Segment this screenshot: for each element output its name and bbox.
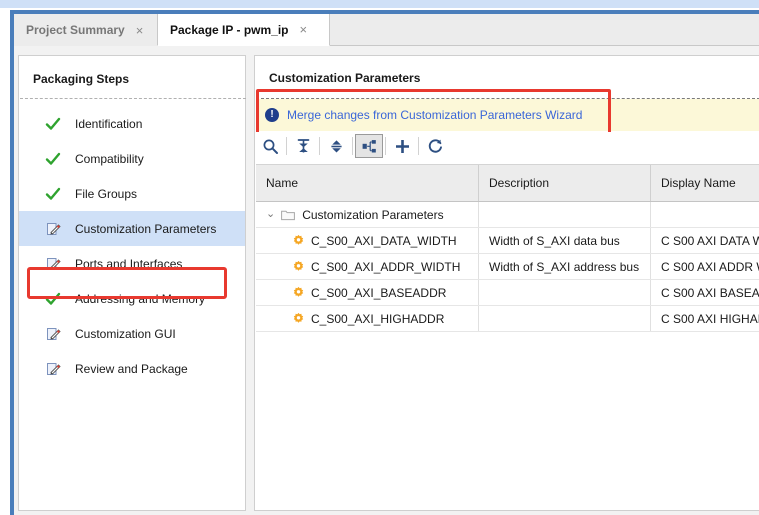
pencil-page-icon — [45, 361, 61, 377]
sidebar-item-label: Ports and Interfaces — [75, 256, 183, 271]
tree-hierarchy-icon[interactable] — [355, 134, 383, 158]
table-group-row[interactable]: ⌄ Customization Parameters — [256, 202, 759, 228]
expand-all-icon[interactable] — [322, 134, 350, 158]
pencil-page-icon — [45, 256, 61, 272]
check-icon — [45, 151, 61, 167]
sidebar-item-file-groups[interactable]: File Groups — [19, 176, 245, 211]
gear-icon — [292, 286, 305, 299]
folder-icon — [281, 209, 296, 221]
parameter-display-name-cell: C S00 AXI ADDR WIDTH — [661, 259, 759, 274]
column-header-name[interactable]: Name — [256, 165, 479, 201]
gear-icon — [292, 260, 305, 273]
gear-icon — [292, 312, 305, 325]
parameter-name-cell: C_S00_AXI_BASEADDR — [256, 280, 479, 305]
sidebar-item-label: Addressing and Memory — [75, 291, 206, 306]
work-area: Packaging Steps Identification Compatibi… — [14, 46, 759, 515]
tab-bar: Project Summary × Package IP - pwm_ip × — [14, 14, 759, 46]
packaging-steps-list: Identification Compatibility File Groups — [19, 106, 245, 386]
sidebar-item-compatibility[interactable]: Compatibility — [19, 141, 245, 176]
sidebar-item-label: Customization Parameters — [75, 221, 217, 236]
toolbar-divider — [319, 137, 320, 155]
sidebar-item-label: File Groups — [75, 186, 138, 201]
parameter-name-cell: C_S00_AXI_DATA_WIDTH — [256, 228, 479, 253]
group-display-name-cell — [651, 202, 759, 227]
parameter-description-cell — [479, 280, 651, 305]
gear-icon — [292, 234, 305, 247]
sidebar-item-label: Review and Package — [75, 361, 188, 376]
parameters-table: Name Description Display Name ⌄ Customiz… — [256, 164, 759, 332]
info-exclamation-icon: ! — [265, 108, 279, 122]
parameter-description-cell — [479, 306, 651, 331]
sidebar-item-review-and-package[interactable]: Review and Package — [19, 351, 245, 386]
group-name-cell: ⌄ Customization Parameters — [256, 202, 479, 227]
packaging-steps-title: Packaging Steps — [33, 72, 130, 86]
sidebar-item-label: Customization GUI — [75, 326, 176, 341]
parameter-name: C_S00_AXI_HIGHADDR — [311, 311, 445, 326]
tab-project-summary[interactable]: Project Summary × — [14, 14, 157, 46]
group-label: Customization Parameters — [302, 207, 444, 222]
table-row[interactable]: C_S00_AXI_DATA_WIDTH Width of S_AXI data… — [256, 228, 759, 254]
parameter-display-name-cell: C S00 AXI HIGHADDR — [661, 311, 759, 326]
check-icon — [45, 291, 61, 307]
customization-parameters-panel: Customization Parameters ! Merge changes… — [254, 55, 759, 511]
sidebar-item-label: Identification — [75, 116, 143, 131]
check-icon — [45, 186, 61, 202]
parameter-description-cell: Width of S_AXI data bus — [479, 228, 651, 253]
divider — [20, 98, 246, 99]
parameters-toolbar — [256, 132, 759, 160]
tab-label: Package IP - pwm_ip — [170, 22, 289, 37]
sidebar-item-customization-gui[interactable]: Customization GUI — [19, 316, 245, 351]
chevron-down-icon[interactable]: ⌄ — [266, 209, 275, 220]
sidebar-item-identification[interactable]: Identification — [19, 106, 245, 141]
parameter-name: C_S00_AXI_DATA_WIDTH — [311, 233, 457, 248]
merge-notice-bar: ! Merge changes from Customization Param… — [256, 99, 759, 131]
search-icon[interactable] — [256, 134, 284, 158]
sidebar-item-customization-parameters[interactable]: Customization Parameters — [19, 211, 245, 246]
tab-package-ip[interactable]: Package IP - pwm_ip × — [157, 14, 330, 46]
column-header-display-name[interactable]: Display Name — [651, 165, 759, 201]
refresh-icon[interactable] — [421, 134, 449, 158]
column-header-description[interactable]: Description — [479, 165, 651, 201]
parameter-name: C_S00_AXI_BASEADDR — [311, 285, 447, 300]
pencil-page-icon — [45, 221, 61, 237]
close-icon[interactable]: × — [136, 24, 144, 37]
pencil-page-icon — [45, 326, 61, 342]
parameter-description-cell: Width of S_AXI address bus — [479, 254, 651, 279]
parameter-name: C_S00_AXI_ADDR_WIDTH — [311, 259, 461, 274]
sidebar-item-label: Compatibility — [75, 151, 144, 166]
parameter-display-name-cell: C S00 AXI BASEADDR — [661, 285, 759, 300]
table-row[interactable]: C_S00_AXI_HIGHADDR C S00 AXI HIGHADDR — [256, 306, 759, 332]
toolbar-divider — [286, 137, 287, 155]
toolbar-divider — [352, 137, 353, 155]
table-row[interactable]: C_S00_AXI_BASEADDR C S00 AXI BASEADDR — [256, 280, 759, 306]
group-description-cell — [479, 202, 651, 227]
sidebar-item-ports-and-interfaces[interactable]: Ports and Interfaces — [19, 246, 245, 281]
parameter-display-name-cell: C S00 AXI DATA WIDTH — [661, 233, 759, 248]
collapse-all-icon[interactable] — [289, 134, 317, 158]
parameter-name-cell: C_S00_AXI_HIGHADDR — [256, 306, 479, 331]
table-row[interactable]: C_S00_AXI_ADDR_WIDTH Width of S_AXI addr… — [256, 254, 759, 280]
tab-label: Project Summary — [26, 23, 125, 37]
table-header-row: Name Description Display Name — [256, 165, 759, 202]
packaging-steps-panel: Packaging Steps Identification Compatibi… — [18, 55, 246, 511]
parameter-name-cell: C_S00_AXI_ADDR_WIDTH — [256, 254, 479, 279]
sidebar-item-addressing-and-memory[interactable]: Addressing and Memory — [19, 281, 245, 316]
add-icon[interactable] — [388, 134, 416, 158]
toolbar-divider — [418, 137, 419, 155]
toolbar-divider — [385, 137, 386, 155]
merge-changes-link[interactable]: Merge changes from Customization Paramet… — [287, 108, 582, 122]
check-icon — [45, 116, 61, 132]
close-icon[interactable]: × — [300, 23, 308, 36]
window-top-band — [0, 0, 759, 8]
page-title: Customization Parameters — [269, 71, 421, 85]
